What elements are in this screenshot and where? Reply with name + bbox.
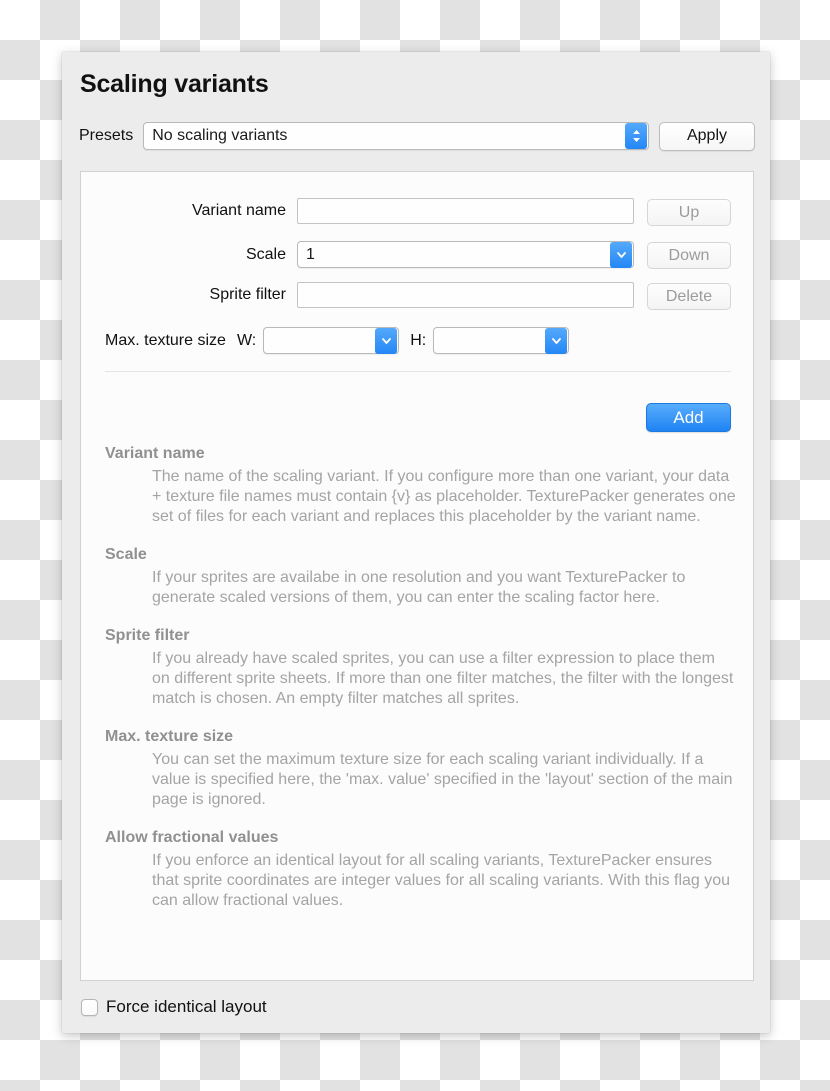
scale-value: 1 — [306, 245, 315, 263]
help-title: Scale — [105, 546, 147, 563]
help-body: If you enforce an identical layout for a… — [152, 852, 731, 909]
apply-button[interactable]: Apply — [659, 121, 755, 151]
help-block: Sprite filter If you already have scaled… — [105, 627, 737, 709]
chevron-down-icon[interactable] — [610, 241, 632, 268]
help-title: Variant name — [105, 445, 205, 462]
variant-editor-panel: Variant name Scale 1 Sprite filter Max. … — [80, 171, 754, 981]
add-button[interactable]: Add — [646, 403, 731, 432]
scaling-variants-window: Scaling variants Presets No scaling vari… — [62, 52, 770, 1033]
max-width-select[interactable] — [263, 327, 400, 354]
help-block: Allow fractional values If you enforce a… — [105, 829, 737, 911]
height-label: H: — [410, 331, 427, 349]
help-title: Sprite filter — [105, 627, 190, 644]
max-height-select[interactable] — [433, 327, 570, 354]
help-body: If your sprites are availabe in one reso… — [152, 569, 686, 606]
max-texture-size-row: Max. texture size W: H: — [81, 327, 753, 354]
page-title: Scaling variants — [80, 70, 269, 98]
presets-label: Presets — [79, 127, 134, 144]
sprite-filter-label: Sprite filter — [209, 286, 286, 303]
max-texture-size-label: Max. texture size — [105, 331, 226, 349]
help-title: Max. texture size — [105, 728, 234, 745]
delete-button[interactable]: Delete — [647, 283, 731, 310]
scale-label: Scale — [245, 245, 286, 263]
chevron-down-icon[interactable] — [375, 327, 398, 354]
up-button[interactable]: Up — [647, 199, 731, 226]
help-block: Max. texture size You can set the maximu… — [105, 728, 737, 810]
scale-select[interactable]: 1 — [297, 241, 634, 268]
help-body: If you already have scaled sprites, you … — [152, 650, 734, 707]
help-block: Variant name The name of the scaling var… — [105, 445, 737, 527]
help-body: The name of the scaling variant. If you … — [152, 468, 736, 525]
help-block: Scale If your sprites are availabe in on… — [105, 546, 737, 608]
width-label: W: — [236, 331, 257, 349]
down-button[interactable]: Down — [647, 242, 731, 269]
presets-select[interactable]: No scaling variants — [143, 122, 649, 150]
force-identical-layout-row[interactable]: Force identical layout — [81, 997, 267, 1017]
help-body: You can set the maximum texture size for… — [152, 751, 733, 808]
presets-row: Presets No scaling variants Apply — [79, 121, 755, 151]
force-identical-layout-label: Force identical layout — [106, 997, 267, 1016]
sprite-filter-input[interactable] — [297, 282, 634, 308]
help-title: Allow fractional values — [105, 829, 279, 846]
help-section: Variant name The name of the scaling var… — [105, 445, 737, 911]
chevron-up-down-icon[interactable] — [625, 123, 647, 149]
variant-name-input[interactable] — [297, 198, 634, 224]
presets-selected-value: No scaling variants — [152, 127, 288, 144]
chevron-down-icon[interactable] — [545, 327, 568, 354]
force-identical-layout-checkbox[interactable] — [81, 998, 98, 1016]
variant-name-label: Variant name — [192, 202, 286, 219]
section-divider — [105, 371, 731, 372]
